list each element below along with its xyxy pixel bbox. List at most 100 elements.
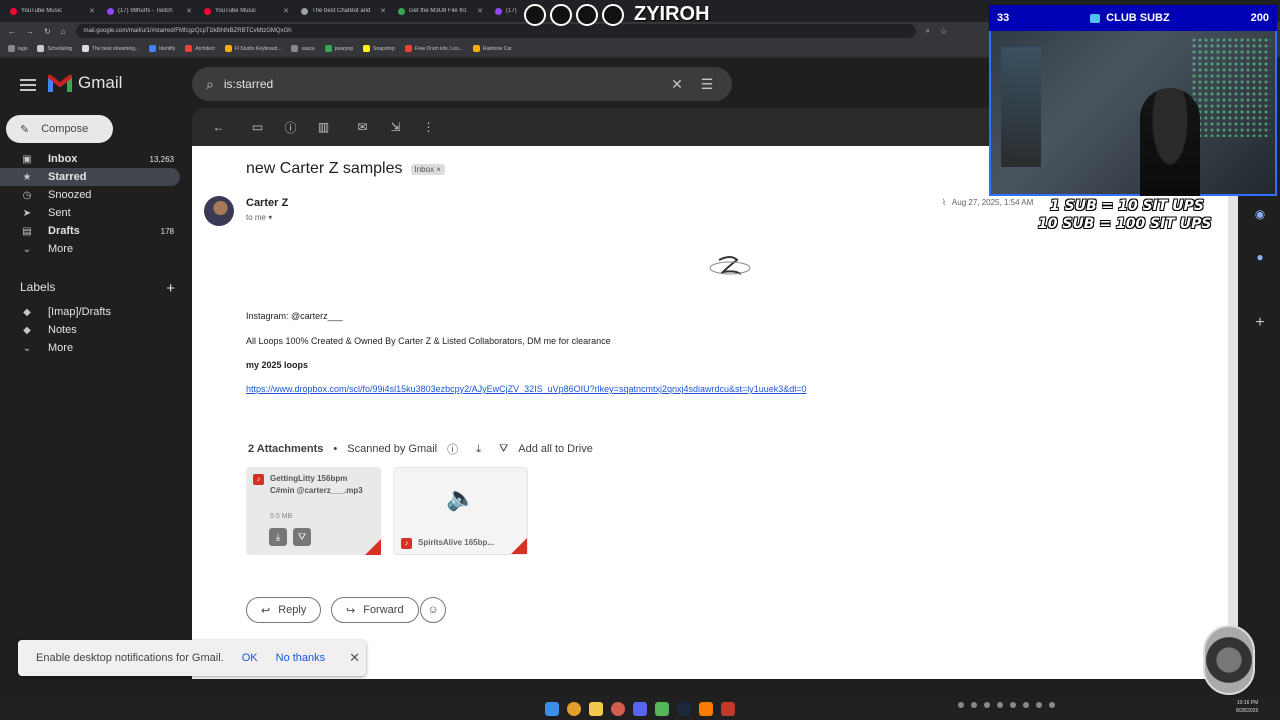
emoji-reaction-button[interactable]: ☺ (420, 597, 446, 623)
sidebar-item-starred[interactable]: ★ Starred (0, 168, 180, 186)
ok-button[interactable]: OK (242, 652, 258, 664)
sidebar-label-more[interactable]: ⌄ More (0, 339, 180, 357)
search-input[interactable]: is:starred (214, 77, 658, 91)
contacts-icon[interactable]: ● (1240, 250, 1280, 264)
move-to-icon[interactable]: ⇲ (381, 115, 410, 139)
close-tab-icon[interactable]: ✕ (89, 7, 95, 15)
app-icon[interactable] (721, 701, 735, 716)
close-tab-icon[interactable]: ✕ (186, 7, 192, 15)
report-spam-icon[interactable]: ⓘ (276, 115, 305, 139)
sidebar-label-imap-drafts[interactable]: ◆ [Imap]/Drafts (0, 303, 180, 321)
dropbox-link[interactable]: https://www.dropbox.com/scl/fo/99i4sl15k… (246, 384, 807, 394)
bookmark-icon (82, 45, 90, 52)
address-bar[interactable]: mail.google.com/mail/u/1/#starred/FMfcgz… (75, 24, 916, 38)
attachment-card[interactable]: 🔈 ♪ SpiritsAlive 165bp... (393, 467, 528, 555)
sidebar-item-sent[interactable]: ➤ Sent (0, 204, 180, 222)
sidebar-item-more[interactable]: ⌄ More (0, 240, 180, 258)
chrome-profile-icon[interactable] (611, 701, 625, 716)
avatar[interactable] (204, 196, 234, 226)
back-arrow-icon[interactable]: ← (204, 115, 233, 139)
bookmark[interactable]: Fl Studio Keyboard... (224, 45, 281, 52)
steam-icon[interactable] (677, 701, 691, 716)
bookmark[interactable]: sauce (291, 45, 315, 52)
reload-icon[interactable]: ↻ (44, 27, 51, 36)
add-all-to-drive-button[interactable]: Add all to Drive (518, 443, 593, 455)
kick-icon (550, 3, 572, 26)
browser-tab[interactable]: YouTube Music ✕ (198, 2, 295, 20)
file-explorer-icon[interactable] (589, 701, 603, 716)
add-to-drive-icon[interactable]: ⛛ (499, 443, 508, 456)
browser-tab[interactable]: YouTube Music ✕ (4, 2, 101, 20)
discord-icon[interactable] (633, 701, 647, 716)
tray-icon[interactable] (1049, 702, 1055, 708)
search-bar[interactable]: ⌕ is:starred ✕ ☰ (192, 67, 732, 101)
search-options-icon[interactable]: ☰ (696, 76, 718, 93)
search-icon[interactable]: ⌕ (206, 76, 214, 93)
bookmark[interactable]: pearpop (324, 45, 353, 52)
back-icon[interactable]: ← (8, 27, 16, 36)
reply-button[interactable]: ↩ Reply (246, 597, 322, 623)
zoom-icon[interactable]: ⌕ (926, 26, 930, 36)
app-icon[interactable] (655, 701, 669, 716)
close-tab-icon[interactable]: ✕ (283, 7, 289, 15)
tray-icon[interactable] (1036, 702, 1042, 708)
bookmark[interactable]: Architect (185, 45, 215, 52)
tray-icon[interactable] (1023, 702, 1029, 708)
windows-start-icon[interactable] (545, 701, 559, 716)
close-tab-icon[interactable]: ✕ (477, 7, 483, 15)
audio-preview-icon: 🔈 (446, 485, 476, 512)
loops-heading: my 2025 loops (246, 360, 309, 370)
browser-tab[interactable]: The best ChatBot and ✕ (295, 2, 392, 20)
forward-button[interactable]: ↪ Forward (331, 597, 419, 623)
tray-icon[interactable] (984, 702, 990, 708)
add-label-icon[interactable]: + (166, 280, 175, 297)
close-icon[interactable]: ✕ (349, 650, 360, 666)
bookmark-star-icon[interactable]: ☆ (940, 27, 947, 36)
no-thanks-button[interactable]: No thanks (276, 652, 326, 664)
browser-tab[interactable]: (17) 98hurts - Twitch ✕ (101, 2, 198, 20)
chrome-icon[interactable] (567, 701, 581, 716)
bookmark[interactable]: The best streaming... (82, 45, 139, 52)
add-addon-icon[interactable]: + (1240, 314, 1280, 332)
bookmark[interactable]: Snapdrop (363, 45, 395, 52)
home-icon[interactable]: ⌂ (61, 27, 66, 36)
sub-badge-icon (1090, 13, 1101, 23)
recipient-details[interactable]: to me ▾ (246, 213, 272, 222)
download-icon[interactable]: ⤓ (269, 528, 287, 546)
sidebar-item-snoozed[interactable]: ◷ Snoozed (0, 186, 180, 204)
delete-icon[interactable]: ▥ (309, 115, 338, 139)
gmail-logo[interactable]: Gmail (48, 73, 122, 93)
more-options-icon[interactable]: ⋮ (414, 115, 443, 139)
led-lights (1191, 37, 1271, 137)
bookmark[interactable]: tags (8, 45, 27, 52)
bookmark[interactable]: Scheduling (37, 45, 72, 52)
tasks-icon[interactable]: ◉ (1240, 207, 1280, 221)
tray-icon[interactable] (958, 702, 964, 708)
sidebar-item-drafts[interactable]: ▤ Drafts 178 (0, 222, 180, 240)
tray-icon[interactable] (997, 702, 1003, 708)
browser-tab[interactable]: Get the M3U8 File fro ✕ (392, 2, 489, 20)
sidebar-label-notes[interactable]: ◆ Notes (0, 321, 180, 339)
bookmark[interactable]: Free Drum kits, Loo... (404, 45, 463, 52)
forward-icon[interactable]: → (26, 27, 34, 36)
info-icon[interactable]: ⓘ (447, 441, 458, 457)
sidebar-item-inbox[interactable]: ▣ Inbox 13,263 (0, 150, 180, 168)
bookmark[interactable]: Rainbow Car (472, 45, 512, 52)
fl-studio-icon[interactable] (699, 701, 713, 716)
main-menu-button[interactable] (18, 77, 38, 93)
attachment-card[interactable]: ♪ GettingLitty 156bpm C#min @carterz___.… (246, 467, 381, 555)
close-tab-icon[interactable]: ✕ (380, 7, 386, 15)
compose-button[interactable]: ✎ Compose (6, 115, 113, 143)
archive-icon[interactable]: ▭ (243, 115, 272, 139)
clear-search-icon[interactable]: ✕ (666, 76, 688, 93)
system-clock[interactable]: 10:16 PM 8/28/2025 (1236, 699, 1258, 715)
tray-icon[interactable] (1010, 702, 1016, 708)
save-to-drive-icon[interactable]: ⛛ (293, 528, 311, 546)
bookmark[interactable]: Identify (149, 45, 175, 52)
file-type-corner (365, 539, 381, 555)
tray-icon[interactable] (971, 702, 977, 708)
sender-name[interactable]: Carter Z (246, 197, 288, 209)
download-all-icon[interactable]: ⤓ (476, 443, 481, 456)
mark-unread-icon[interactable]: ✉ (348, 115, 377, 139)
inbox-label-chip[interactable]: Inbox × (410, 163, 445, 175)
